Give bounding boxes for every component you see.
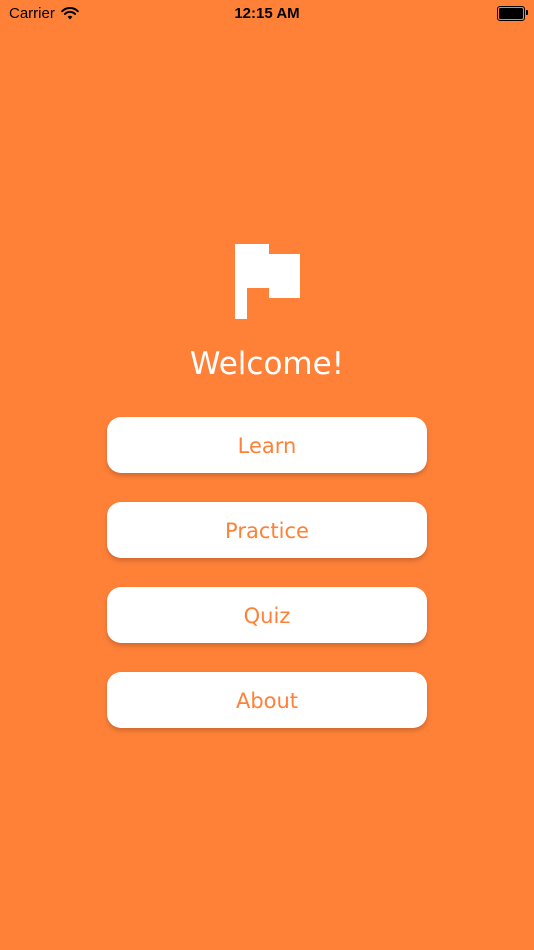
main-menu: Learn Practice Quiz About: [107, 417, 427, 757]
status-bar: Carrier 12:15 AM: [0, 0, 534, 28]
battery-icon: [497, 6, 528, 21]
status-time: 12:15 AM: [234, 5, 300, 22]
learn-button[interactable]: Learn: [107, 417, 427, 473]
quiz-button[interactable]: Quiz: [107, 587, 427, 643]
battery-fill: [499, 8, 523, 19]
practice-button[interactable]: Practice: [107, 502, 427, 558]
about-button[interactable]: About: [107, 672, 427, 728]
battery-nub: [526, 10, 528, 15]
battery-body: [497, 6, 525, 21]
welcome-title: Welcome!: [189, 346, 345, 382]
flag-icon: [235, 244, 300, 319]
